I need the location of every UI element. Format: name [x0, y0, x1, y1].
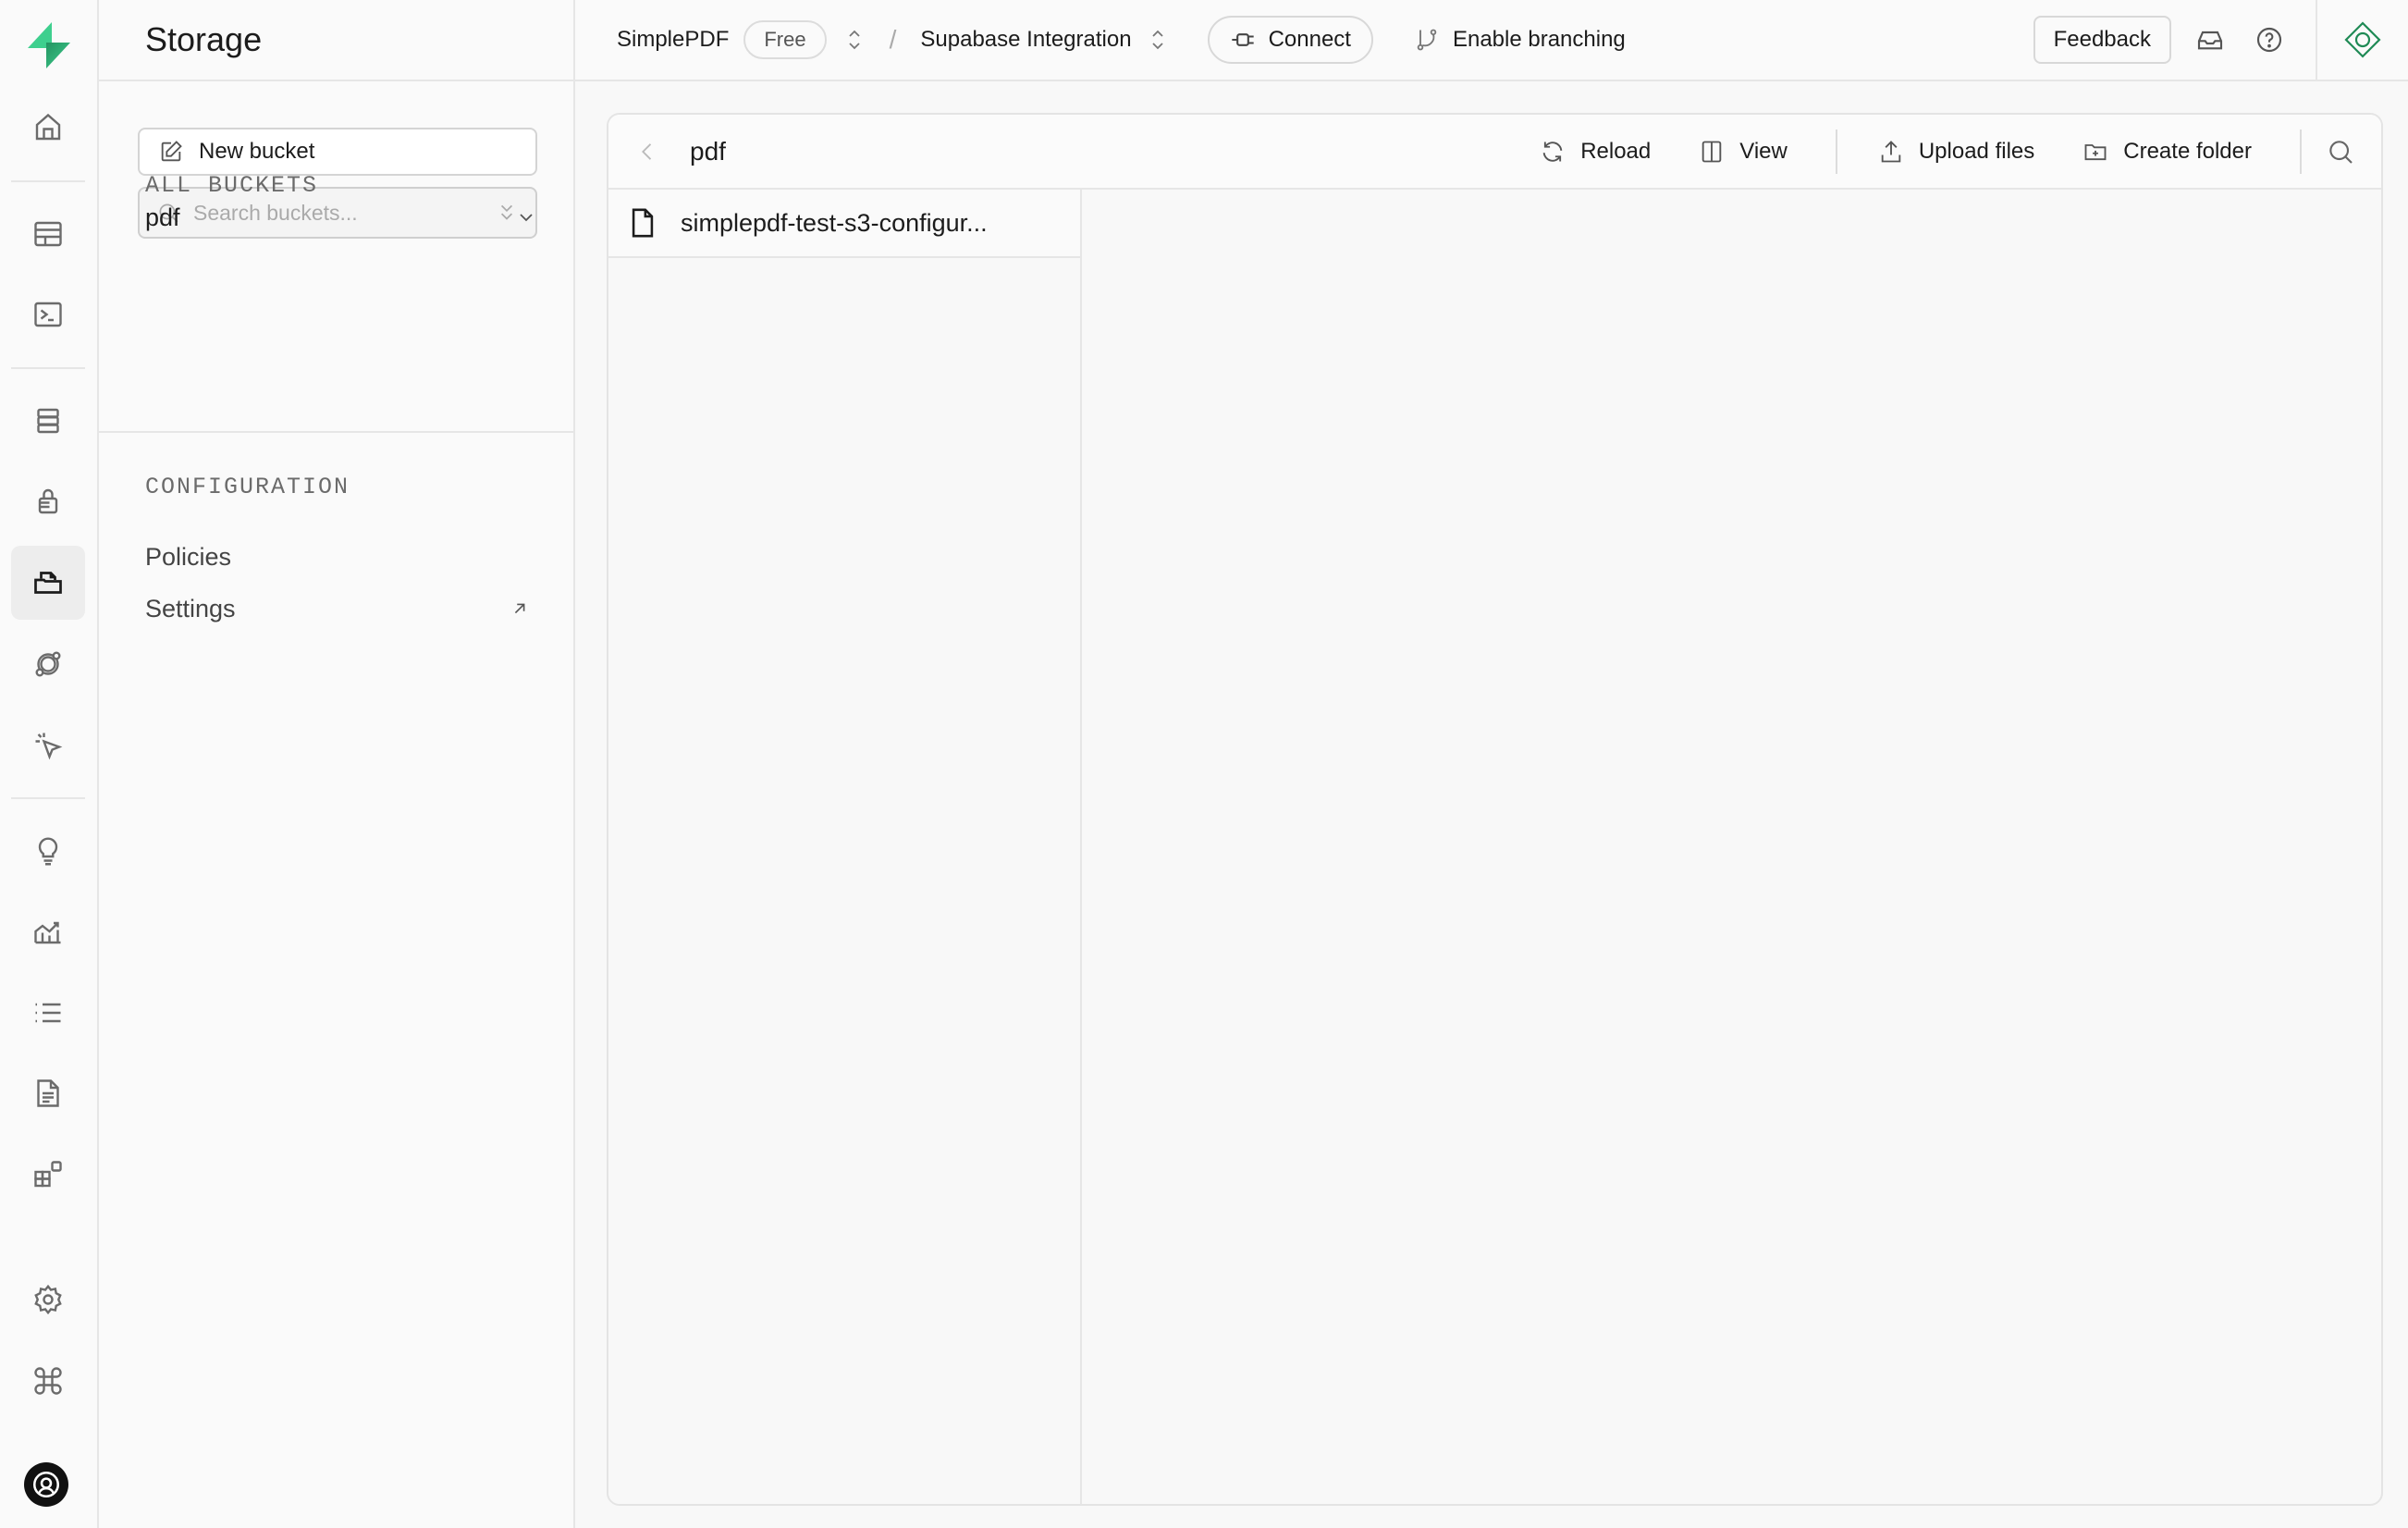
- avatar-icon: [32, 1471, 60, 1498]
- connect-label: Connect: [1268, 27, 1351, 52]
- top-header: Storage SimplePDF Free / Supabase Integr…: [99, 0, 2408, 81]
- upload-files-button[interactable]: Upload files: [1878, 139, 2034, 165]
- all-buckets-heading: ALL BUCKETS: [145, 172, 319, 199]
- policies-label: Policies: [145, 542, 232, 571]
- bucket-item[interactable]: pdf: [145, 197, 545, 238]
- file-icon: [632, 208, 654, 238]
- current-path: pdf: [690, 136, 726, 166]
- search-files-icon[interactable]: [2326, 137, 2355, 166]
- inbox-icon[interactable]: [2195, 25, 2225, 55]
- org-switcher-chevrons-icon[interactable]: [843, 27, 866, 53]
- rail-sql-editor[interactable]: [11, 277, 85, 351]
- lightbulb-icon: [38, 837, 58, 866]
- connect-button[interactable]: Connect: [1207, 16, 1373, 64]
- git-branch-icon: [1417, 29, 1437, 51]
- sidebar-item-settings[interactable]: Settings: [145, 588, 545, 629]
- bucket-name: pdf: [145, 203, 180, 231]
- icon-rail: [0, 0, 99, 1528]
- settings-label: Settings: [145, 594, 236, 622]
- rail-realtime[interactable]: [11, 709, 85, 782]
- header-divider: [573, 0, 575, 80]
- rail-integrations[interactable]: [11, 1138, 85, 1212]
- rail-storage[interactable]: [11, 546, 85, 620]
- header-actions: Feedback: [2033, 0, 2408, 80]
- file-name: simplepdf-test-s3-configur...: [681, 208, 988, 237]
- feedback-button[interactable]: Feedback: [2033, 16, 2171, 64]
- reload-label: Reload: [1580, 138, 1652, 164]
- help-icon[interactable]: [2254, 25, 2284, 55]
- actions-divider-2: [2300, 129, 2302, 174]
- folder-plus-icon: [2084, 143, 2107, 160]
- file-explorer: pdf Reload View Upload files Create fold…: [607, 113, 2383, 1506]
- upload-icon: [1881, 140, 1901, 162]
- sidebar-item-policies[interactable]: Policies: [145, 536, 545, 577]
- ai-assistant-button[interactable]: [2317, 0, 2408, 80]
- upload-files-label: Upload files: [1918, 138, 2035, 164]
- create-folder-label: Create folder: [2123, 138, 2252, 164]
- view-label: View: [1739, 138, 1788, 164]
- lock-icon: [38, 488, 58, 514]
- rail-command-menu[interactable]: [11, 1344, 85, 1418]
- file-column: simplepdf-test-s3-configur...: [608, 190, 1082, 1504]
- terminal-icon: [34, 302, 62, 327]
- columns-icon: [1702, 141, 1722, 162]
- explorer-actions: Reload View Upload files Create folder: [1540, 115, 2381, 188]
- sidebar-divider: [99, 431, 573, 433]
- back-chevron-icon[interactable]: [634, 139, 660, 165]
- project-name[interactable]: Supabase Integration: [920, 27, 1131, 53]
- create-folder-button[interactable]: Create folder: [2082, 139, 2252, 165]
- enable-branching-button[interactable]: Enable branching: [1414, 27, 1626, 53]
- gear-icon: [34, 1284, 62, 1315]
- edit-icon: [161, 141, 182, 162]
- external-link-arrow-icon: [514, 603, 525, 614]
- plug-icon: [1231, 33, 1254, 46]
- rail-edge-functions[interactable]: [11, 627, 85, 701]
- enable-branching-label: Enable branching: [1452, 27, 1626, 52]
- file-row[interactable]: simplepdf-test-s3-configur...: [608, 190, 1080, 258]
- folder-file-icon: [34, 572, 62, 594]
- breadcrumb: SimplePDF Free / Supabase Integration Co…: [617, 0, 1626, 80]
- command-icon: [34, 1367, 62, 1395]
- table-icon: [34, 221, 62, 247]
- list-icon: [35, 1003, 61, 1023]
- assistant-diamond-icon: [2344, 21, 2381, 58]
- plan-badge: Free: [743, 20, 827, 59]
- rail-table-editor[interactable]: [11, 197, 85, 271]
- refresh-icon: [1542, 141, 1563, 162]
- rail-advisors[interactable]: [11, 814, 85, 888]
- configuration-heading: CONFIGURATION: [145, 474, 350, 500]
- orbit-icon: [35, 651, 61, 677]
- new-bucket-label: New bucket: [199, 139, 315, 164]
- supabase-logo[interactable]: [24, 20, 74, 70]
- rail-authentication[interactable]: [11, 464, 85, 538]
- rail-project-settings[interactable]: [11, 1263, 85, 1337]
- reload-button[interactable]: Reload: [1540, 139, 1651, 165]
- new-bucket-button[interactable]: New bucket: [138, 128, 537, 176]
- actions-divider: [1835, 129, 1837, 174]
- cursor-click-icon: [35, 733, 63, 760]
- rail-logs[interactable]: [11, 976, 85, 1050]
- rail-api-docs[interactable]: [11, 1056, 85, 1130]
- project-switcher-chevrons-icon[interactable]: [1147, 27, 1169, 53]
- storage-sidebar: New bucket ALL BUCKETS pdf CONFIGURATION…: [99, 81, 575, 1528]
- home-icon: [35, 113, 61, 141]
- chevron-down-icon[interactable]: [515, 206, 537, 228]
- blocks-icon: [34, 1161, 62, 1188]
- explorer-header: pdf Reload View Upload files Create fold…: [608, 115, 2381, 190]
- database-icon: [37, 408, 59, 434]
- chart-icon: [34, 921, 61, 944]
- rail-reports[interactable]: [11, 894, 85, 968]
- view-button[interactable]: View: [1699, 139, 1788, 165]
- page-title: Storage: [145, 20, 263, 58]
- document-icon: [37, 1079, 59, 1107]
- account-avatar[interactable]: [24, 1462, 68, 1507]
- rail-home[interactable]: [11, 91, 85, 165]
- breadcrumb-separator: /: [889, 25, 897, 54]
- rail-database[interactable]: [11, 384, 85, 458]
- org-name[interactable]: SimplePDF: [617, 27, 729, 53]
